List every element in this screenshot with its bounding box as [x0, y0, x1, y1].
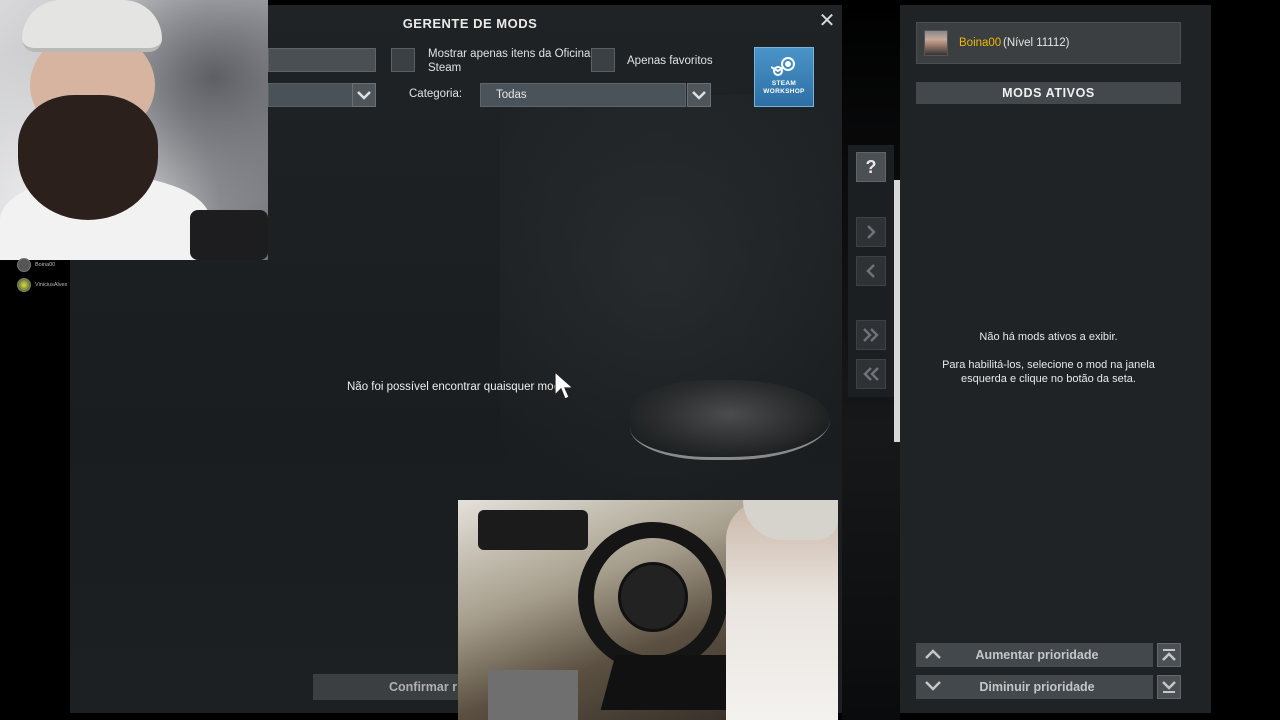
double-chevron-left-icon	[863, 367, 879, 381]
viewer-item: Boina00	[14, 256, 84, 274]
favorites-label: Apenas favoritos	[627, 55, 713, 67]
webcam-overlay-wheel	[458, 500, 838, 720]
chevron-down-icon	[692, 91, 706, 100]
webcam-pedals	[488, 670, 578, 720]
search-input[interactable]	[268, 48, 376, 72]
decrease-priority-label: Diminuir prioridade	[979, 680, 1095, 694]
webcam-keyboard	[600, 655, 746, 710]
move-left-button[interactable]	[856, 256, 886, 286]
viewer-avatar	[17, 278, 31, 292]
move-all-right-button[interactable]	[856, 320, 886, 350]
viewer-avatar	[17, 258, 31, 272]
chevron-up-icon	[925, 649, 941, 659]
increase-priority-button[interactable]: Aumentar prioridade	[916, 643, 1153, 667]
category-dropdown-button[interactable]	[687, 83, 711, 107]
panel-title: GERENTE DE MODS	[402, 16, 538, 31]
webcam-beard	[18, 95, 158, 220]
move-to-top-button[interactable]	[1157, 643, 1181, 667]
workshop-text-line2: WORKSHOP	[763, 88, 805, 95]
active-mods-header: MODS ATIVOS	[916, 82, 1181, 104]
chevron-left-icon	[866, 264, 875, 278]
enable-instructions-line2: esquerda e clique no botão da seta.	[961, 373, 1136, 385]
webcam-microphone	[190, 210, 268, 260]
mouse-cursor-icon	[554, 371, 574, 400]
chevron-down-icon	[925, 681, 941, 691]
no-mods-message: Não foi possível encontrar quaisquer mod…	[347, 381, 566, 393]
user-level: (Nível 11112)	[1003, 37, 1070, 49]
increase-priority-label: Aumentar prioridade	[975, 648, 1099, 662]
chevron-right-icon	[867, 225, 876, 239]
steam-logo-icon	[771, 57, 795, 76]
webcam-shifter	[478, 510, 588, 550]
webcam-wheel-hub	[618, 562, 688, 632]
move-right-button[interactable]	[856, 217, 886, 247]
double-chevron-right-icon	[863, 328, 879, 342]
steam-only-label: Mostrar apenas itens da Oficina Steam	[428, 47, 590, 75]
favorites-checkbox[interactable]	[591, 48, 615, 72]
viewer-list: Boina00 ViniciusAlves	[14, 256, 84, 296]
chevron-up-bar-icon	[1162, 649, 1176, 661]
chevron-down-bar-icon	[1162, 681, 1176, 693]
user-name: Boina00	[959, 37, 1002, 49]
webcam-cap	[22, 0, 162, 52]
enable-instructions-line1: Para habilitá-los, selecione o mod na ja…	[942, 359, 1155, 371]
webcam-overlay-face	[0, 0, 268, 260]
steam-workshop-button[interactable]: STEAM WORKSHOP	[754, 47, 814, 107]
workshop-text-line1: STEAM	[771, 80, 797, 87]
category-select[interactable]: Todas	[480, 83, 686, 107]
decrease-priority-button[interactable]: Diminuir prioridade	[916, 675, 1153, 699]
chevron-down-icon	[357, 91, 371, 100]
background-headlight	[630, 380, 830, 460]
no-active-mods-message: Não há mods ativos a exibir.	[979, 331, 1118, 343]
workshop-text: STEAM WORKSHOP	[763, 80, 804, 96]
move-all-left-button[interactable]	[856, 359, 886, 389]
category-label: Categoria:	[409, 88, 463, 100]
help-button[interactable]: ?	[856, 152, 886, 182]
viewer-name: ViniciusAlves	[35, 282, 68, 288]
steam-only-checkbox[interactable]	[391, 48, 415, 72]
viewer-name: Boina00	[35, 262, 56, 268]
sort-dropdown-button[interactable]	[352, 83, 376, 107]
steam-only-label-line2: Steam	[428, 62, 462, 74]
avatar	[924, 30, 948, 56]
steam-only-label-line1: Mostrar apenas itens da Oficina	[428, 48, 591, 60]
close-button[interactable]: ✕	[818, 10, 836, 30]
viewer-item: ViniciusAlves	[14, 276, 84, 294]
move-to-bottom-button[interactable]	[1157, 675, 1181, 699]
